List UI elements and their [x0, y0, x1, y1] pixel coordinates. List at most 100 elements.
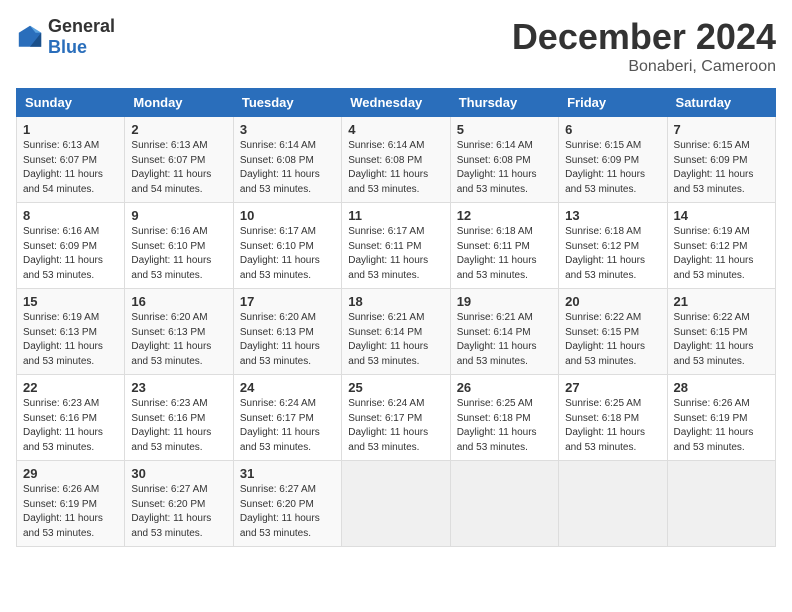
day-number: 23	[131, 380, 226, 395]
calendar-cell: 1 Sunrise: 6:13 AM Sunset: 6:07 PM Daylig…	[17, 117, 125, 203]
column-header-monday: Monday	[125, 89, 233, 117]
day-number: 10	[240, 208, 335, 223]
day-number: 1	[23, 122, 118, 137]
day-info: Sunrise: 6:27 AM Sunset: 6:20 PM Dayligh…	[240, 483, 335, 541]
day-number: 15	[23, 294, 118, 309]
day-number: 24	[240, 380, 335, 395]
calendar-cell: 10 Sunrise: 6:17 AM Sunset: 6:10 PM Dayli…	[233, 203, 341, 289]
calendar-cell: 8 Sunrise: 6:16 AM Sunset: 6:09 PM Daylig…	[17, 203, 125, 289]
calendar-cell: 24 Sunrise: 6:24 AM Sunset: 6:17 PM Dayli…	[233, 375, 341, 461]
column-header-tuesday: Tuesday	[233, 89, 341, 117]
day-info: Sunrise: 6:26 AM Sunset: 6:19 PM Dayligh…	[23, 483, 118, 541]
day-number: 7	[674, 122, 769, 137]
calendar-cell	[667, 461, 775, 547]
day-number: 29	[23, 466, 118, 481]
calendar-week-4: 22 Sunrise: 6:23 AM Sunset: 6:16 PM Dayli…	[17, 375, 776, 461]
calendar-cell: 12Sunrise: 6:18 AM Sunset: 6:11 PM Dayli…	[450, 203, 558, 289]
calendar-cell	[342, 461, 450, 547]
day-number: 16	[131, 294, 226, 309]
calendar-cell	[450, 461, 558, 547]
day-number: 20	[565, 294, 660, 309]
calendar-week-1: 1 Sunrise: 6:13 AM Sunset: 6:07 PM Daylig…	[17, 117, 776, 203]
calendar-week-5: 29 Sunrise: 6:26 AM Sunset: 6:19 PM Dayli…	[17, 461, 776, 547]
day-number: 6	[565, 122, 660, 137]
calendar-cell: 23 Sunrise: 6:23 AM Sunset: 6:16 PM Dayli…	[125, 375, 233, 461]
day-number: 21	[674, 294, 769, 309]
day-info: Sunrise: 6:16 AM Sunset: 6:10 PM Dayligh…	[131, 225, 226, 283]
day-info: Sunrise: 6:21 AM Sunset: 6:14 PM Dayligh…	[457, 311, 552, 369]
calendar-cell: 27 Sunrise: 6:25 AM Sunset: 6:18 PM Dayli…	[559, 375, 667, 461]
logo-icon	[16, 23, 44, 51]
day-info: Sunrise: 6:13 AM Sunset: 6:07 PM Dayligh…	[23, 139, 118, 197]
day-number: 8	[23, 208, 118, 223]
day-number: 14	[674, 208, 769, 223]
day-info: Sunrise: 6:23 AM Sunset: 6:16 PM Dayligh…	[23, 397, 118, 455]
calendar-cell: 14 Sunrise: 6:19 AM Sunset: 6:12 PM Dayli…	[667, 203, 775, 289]
day-info: Sunrise: 6:14 AM Sunset: 6:08 PM Dayligh…	[240, 139, 335, 197]
logo: General Blue	[16, 16, 115, 58]
column-header-thursday: Thursday	[450, 89, 558, 117]
day-info: Sunrise: 6:15 AM Sunset: 6:09 PM Dayligh…	[565, 139, 660, 197]
calendar-cell: 3Sunrise: 6:14 AM Sunset: 6:08 PM Daylig…	[233, 117, 341, 203]
day-number: 13	[565, 208, 660, 223]
calendar-cell: 11 Sunrise: 6:17 AM Sunset: 6:11 PM Dayli…	[342, 203, 450, 289]
day-info: Sunrise: 6:17 AM Sunset: 6:11 PM Dayligh…	[348, 225, 443, 283]
day-number: 5	[457, 122, 552, 137]
day-number: 30	[131, 466, 226, 481]
day-number: 22	[23, 380, 118, 395]
day-number: 26	[457, 380, 552, 395]
day-info: Sunrise: 6:22 AM Sunset: 6:15 PM Dayligh…	[674, 311, 769, 369]
day-info: Sunrise: 6:17 AM Sunset: 6:10 PM Dayligh…	[240, 225, 335, 283]
day-number: 19	[457, 294, 552, 309]
column-header-wednesday: Wednesday	[342, 89, 450, 117]
calendar-cell: 4 Sunrise: 6:14 AM Sunset: 6:08 PM Daylig…	[342, 117, 450, 203]
calendar-cell: 9Sunrise: 6:16 AM Sunset: 6:10 PM Daylig…	[125, 203, 233, 289]
calendar-cell: 13 Sunrise: 6:18 AM Sunset: 6:12 PM Dayli…	[559, 203, 667, 289]
day-info: Sunrise: 6:21 AM Sunset: 6:14 PM Dayligh…	[348, 311, 443, 369]
calendar-cell: 2 Sunrise: 6:13 AM Sunset: 6:07 PM Daylig…	[125, 117, 233, 203]
day-info: Sunrise: 6:19 AM Sunset: 6:12 PM Dayligh…	[674, 225, 769, 283]
calendar-cell: 25 Sunrise: 6:24 AM Sunset: 6:17 PM Dayli…	[342, 375, 450, 461]
day-number: 11	[348, 208, 443, 223]
day-info: Sunrise: 6:25 AM Sunset: 6:18 PM Dayligh…	[565, 397, 660, 455]
calendar-cell: 6 Sunrise: 6:15 AM Sunset: 6:09 PM Daylig…	[559, 117, 667, 203]
calendar-cell: 19 Sunrise: 6:21 AM Sunset: 6:14 PM Dayli…	[450, 289, 558, 375]
calendar-table: SundayMondayTuesdayWednesdayThursdayFrid…	[16, 88, 776, 547]
day-number: 4	[348, 122, 443, 137]
day-info: Sunrise: 6:18 AM Sunset: 6:12 PM Dayligh…	[565, 225, 660, 283]
day-info: Sunrise: 6:27 AM Sunset: 6:20 PM Dayligh…	[131, 483, 226, 541]
day-info: Sunrise: 6:24 AM Sunset: 6:17 PM Dayligh…	[240, 397, 335, 455]
calendar-cell: 7Sunrise: 6:15 AM Sunset: 6:09 PM Daylig…	[667, 117, 775, 203]
calendar-cell: 15 Sunrise: 6:19 AM Sunset: 6:13 PM Dayli…	[17, 289, 125, 375]
column-header-sunday: Sunday	[17, 89, 125, 117]
day-number: 25	[348, 380, 443, 395]
calendar-cell	[559, 461, 667, 547]
day-number: 12	[457, 208, 552, 223]
day-number: 31	[240, 466, 335, 481]
day-info: Sunrise: 6:23 AM Sunset: 6:16 PM Dayligh…	[131, 397, 226, 455]
day-info: Sunrise: 6:16 AM Sunset: 6:09 PM Dayligh…	[23, 225, 118, 283]
calendar-cell: 30 Sunrise: 6:27 AM Sunset: 6:20 PM Dayli…	[125, 461, 233, 547]
column-header-friday: Friday	[559, 89, 667, 117]
day-info: Sunrise: 6:13 AM Sunset: 6:07 PM Dayligh…	[131, 139, 226, 197]
day-info: Sunrise: 6:24 AM Sunset: 6:17 PM Dayligh…	[348, 397, 443, 455]
day-number: 27	[565, 380, 660, 395]
calendar-cell: 21 Sunrise: 6:22 AM Sunset: 6:15 PM Dayli…	[667, 289, 775, 375]
day-info: Sunrise: 6:19 AM Sunset: 6:13 PM Dayligh…	[23, 311, 118, 369]
day-info: Sunrise: 6:14 AM Sunset: 6:08 PM Dayligh…	[457, 139, 552, 197]
day-info: Sunrise: 6:26 AM Sunset: 6:19 PM Dayligh…	[674, 397, 769, 455]
calendar-cell: 18 Sunrise: 6:21 AM Sunset: 6:14 PM Dayli…	[342, 289, 450, 375]
calendar-week-3: 15 Sunrise: 6:19 AM Sunset: 6:13 PM Dayli…	[17, 289, 776, 375]
calendar-cell: 17Sunrise: 6:20 AM Sunset: 6:13 PM Dayli…	[233, 289, 341, 375]
calendar-cell: 31 Sunrise: 6:27 AM Sunset: 6:20 PM Dayli…	[233, 461, 341, 547]
title-block: December 2024 Bonaberi, Cameroon	[512, 16, 776, 76]
day-number: 17	[240, 294, 335, 309]
day-info: Sunrise: 6:14 AM Sunset: 6:08 PM Dayligh…	[348, 139, 443, 197]
day-number: 2	[131, 122, 226, 137]
day-number: 18	[348, 294, 443, 309]
logo-general: General	[48, 16, 115, 36]
day-info: Sunrise: 6:22 AM Sunset: 6:15 PM Dayligh…	[565, 311, 660, 369]
location: Bonaberi, Cameroon	[512, 58, 776, 76]
column-header-saturday: Saturday	[667, 89, 775, 117]
logo-text: General Blue	[48, 16, 115, 58]
